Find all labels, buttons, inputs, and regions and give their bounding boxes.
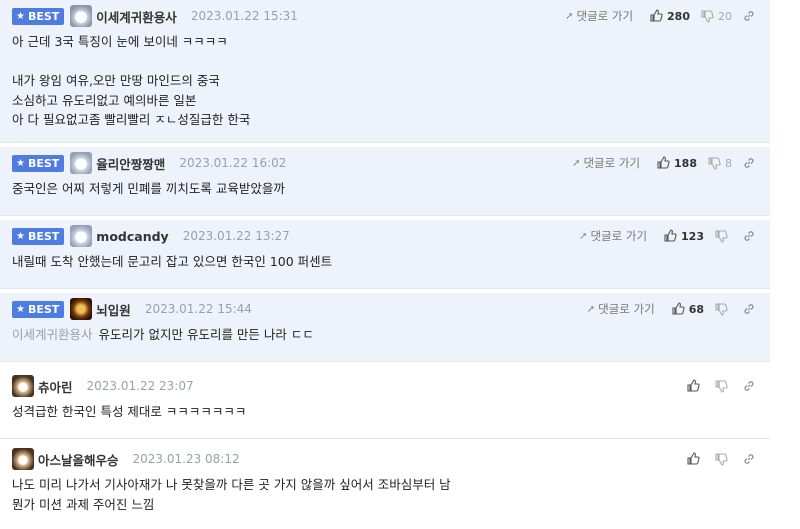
comment-body: 이세계귀환용사 유도리가 없지만 유도리를 만든 나라 ㄷㄷ — [12, 327, 314, 342]
avatar[interactable] — [70, 225, 93, 247]
link-icon[interactable] — [742, 302, 756, 316]
author-nickname[interactable]: 율리안짱짱맨 — [96, 154, 165, 173]
comment-item: 츄아린 2023.01.22 23:07 성격급한 한국인 특성 제대로 ㅋㅋㅋ… — [0, 370, 770, 439]
comment-list: ★ BEST 이세계귀환용사 2023.01.22 15:31 ➚ 댓글로 가기 2… — [0, 0, 770, 529]
go-to-reply-link[interactable]: ➚ 댓글로 가기 — [579, 228, 647, 244]
comment-date: 2023.01.22 16:02 — [179, 156, 287, 170]
comment-date: 2023.01.22 23:07 — [86, 379, 194, 393]
arrow-icon: ➚ — [586, 303, 596, 315]
comment-date: 2023.01.22 13:27 — [182, 229, 290, 243]
comment-item: ★ BEST 율리안짱짱맨 2023.01.22 16:02 ➚ 댓글로 가기 18… — [0, 147, 770, 216]
upvote-count: 188 — [674, 156, 697, 170]
downvote-button[interactable]: 20 — [700, 9, 732, 23]
upvote-button[interactable]: 123 — [663, 229, 704, 243]
best-badge: ★ BEST — [12, 7, 65, 25]
thumbs-up-icon — [687, 379, 700, 392]
best-badge: ★ BEST — [12, 154, 65, 172]
author-nickname[interactable]: 이세계귀환용사 — [96, 7, 177, 26]
star-icon: ★ — [16, 303, 25, 315]
downvote-count: 20 — [718, 9, 732, 23]
thumbs-up-icon — [657, 156, 670, 169]
thumbs-down-icon — [715, 380, 728, 393]
comment-item: ★ BEST 이세계귀환용사 2023.01.22 15:31 ➚ 댓글로 가기 2… — [0, 0, 770, 143]
link-icon[interactable] — [742, 9, 756, 23]
star-icon: ★ — [16, 157, 25, 169]
upvote-button[interactable]: 280 — [649, 9, 690, 23]
reply-mention[interactable]: 이세계귀환용사 — [12, 327, 93, 342]
comment-item: ★ BEST modcandy 2023.01.22 13:27 ➚ 댓글로 가기 … — [0, 220, 770, 289]
upvote-button[interactable] — [686, 452, 704, 466]
author-nickname[interactable]: modcandy — [96, 229, 168, 244]
comment-item: 아스날올해우승 2023.01.23 08:12 나도 미리 나가서 기사아재가… — [0, 443, 770, 529]
comment-body: 성격급한 한국인 특성 제대로 ㅋㅋㅋㅋㅋㅋㅋ — [12, 404, 247, 419]
comment-body: 나도 미리 나가서 기사아재가 나 못찾을까 다른 곳 가지 않을까 싶어서 조… — [12, 477, 451, 512]
thumbs-down-icon — [715, 453, 728, 466]
comment-date: 2023.01.22 15:31 — [190, 9, 298, 23]
upvote-count: 68 — [688, 302, 704, 316]
comment-date: 2023.01.22 15:44 — [144, 302, 252, 316]
downvote-button[interactable] — [714, 302, 732, 316]
thumbs-down-icon — [701, 10, 714, 23]
link-icon[interactable] — [742, 229, 756, 243]
best-badge: ★ BEST — [12, 227, 65, 245]
upvote-count: 280 — [667, 9, 690, 23]
upvote-button[interactable]: 188 — [656, 156, 697, 170]
downvote-button[interactable] — [714, 229, 732, 243]
avatar[interactable] — [70, 298, 93, 320]
link-icon[interactable] — [742, 379, 756, 393]
author-nickname[interactable]: 츄아린 — [38, 377, 73, 396]
thumbs-down-icon — [715, 303, 728, 316]
arrow-icon: ➚ — [565, 10, 574, 22]
best-badge: ★ BEST — [12, 300, 65, 318]
go-to-reply-link[interactable]: ➚ 댓글로 가기 — [587, 301, 655, 317]
upvote-button[interactable]: 68 — [671, 302, 704, 316]
link-icon[interactable] — [742, 452, 756, 466]
downvote-button[interactable] — [714, 452, 732, 466]
go-to-reply-link[interactable]: ➚ 댓글로 가기 — [572, 155, 640, 171]
thumbs-up-icon — [672, 302, 685, 315]
downvote-count: 8 — [725, 156, 732, 170]
thumbs-up-icon — [650, 9, 663, 22]
thumbs-down-icon — [715, 230, 728, 243]
downvote-button[interactable] — [714, 379, 732, 393]
arrow-icon: ➚ — [572, 157, 581, 169]
upvote-button[interactable] — [686, 379, 704, 393]
avatar[interactable] — [70, 152, 93, 174]
avatar[interactable] — [70, 5, 93, 27]
link-icon[interactable] — [742, 156, 756, 170]
upvote-count: 123 — [681, 229, 704, 243]
arrow-icon: ➚ — [579, 230, 588, 242]
author-nickname[interactable]: 아스날올해우승 — [38, 450, 119, 469]
avatar[interactable] — [12, 375, 34, 397]
thumbs-down-icon — [708, 157, 721, 170]
comment-date: 2023.01.23 08:12 — [132, 452, 240, 466]
go-to-reply-link[interactable]: ➚ 댓글로 가기 — [565, 8, 633, 24]
thumbs-up-icon — [664, 229, 677, 242]
comment-item: ★ BEST 뇌입원 2023.01.22 15:44 ➚ 댓글로 가기 68 이세… — [0, 293, 770, 362]
star-icon: ★ — [16, 230, 25, 242]
thumbs-up-icon — [687, 452, 700, 465]
comment-body: 중국인은 어찌 저렇게 민폐를 끼치도록 교육받았을까 — [12, 181, 285, 196]
comment-body: 내릴때 도착 안했는데 문고리 잡고 있으면 한국인 100 퍼센트 — [12, 254, 333, 269]
comment-body: 아 근데 3국 특징이 눈에 보이네 ㅋㅋㅋㅋ 내가 왕임 여유,오만 만땅 마… — [12, 34, 251, 127]
downvote-button[interactable]: 8 — [707, 156, 732, 170]
author-nickname[interactable]: 뇌입원 — [96, 300, 131, 319]
star-icon: ★ — [16, 10, 25, 22]
avatar[interactable] — [12, 448, 34, 470]
